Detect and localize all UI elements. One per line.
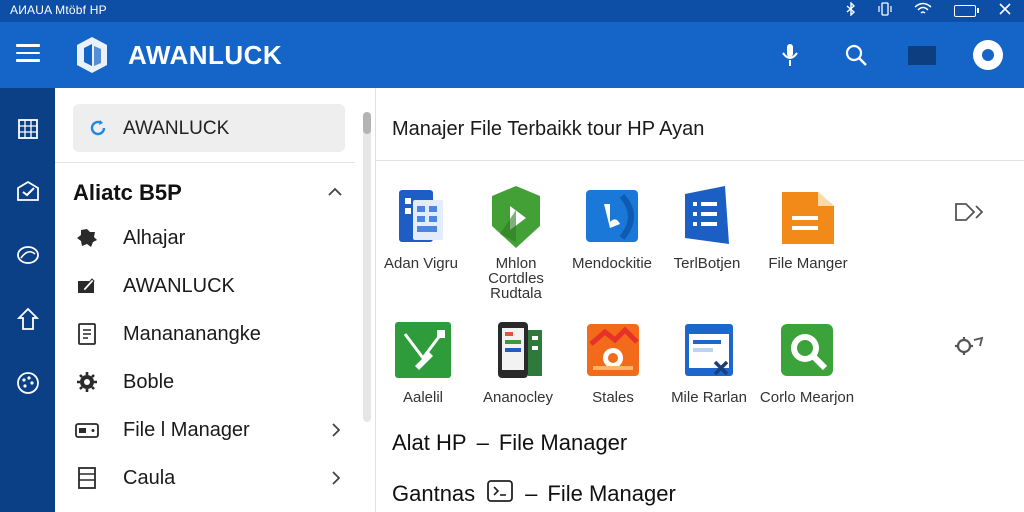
vibrate-icon	[878, 2, 892, 19]
play-app-icon	[486, 186, 546, 248]
app-tile[interactable]: Adan Vigru	[373, 186, 469, 271]
status-bar: AИAUA Mtöbf HP	[0, 0, 1024, 22]
share-gear-icon[interactable]	[952, 334, 986, 358]
battery-icon	[954, 4, 979, 17]
palette-icon[interactable]	[15, 370, 41, 396]
app-label: Mendockitie	[571, 255, 653, 272]
edit-folder-icon	[75, 274, 99, 298]
app-logo-icon	[75, 36, 109, 74]
app-label: Mhlon Cortdles Rudtala	[488, 255, 544, 302]
bluefile-app-icon	[582, 186, 642, 248]
list-item[interactable]: Gantnas – File Manager	[392, 478, 676, 510]
drawer-item-label: AWANLUCK	[123, 275, 235, 297]
app-tile[interactable]: Mhlon Cortdles Rudtala	[468, 186, 564, 301]
orange-photo-app-icon	[583, 320, 643, 382]
document-icon	[75, 322, 99, 346]
account-icon[interactable]	[972, 39, 1004, 71]
app-tile[interactable]: TerlBotjen	[659, 186, 755, 271]
app-tile[interactable]: Mile Rarlan	[661, 320, 757, 405]
drawer-section-title: Aliatc B5P	[73, 180, 182, 205]
sheets-app-icon	[677, 186, 737, 248]
app-grid-row-1: Adan Vigru Mhlon Cortdles Rudtala Mendoc…	[373, 186, 1016, 301]
drawer-scrollbar[interactable]	[363, 112, 371, 422]
drawer-item-label: File l Manager	[123, 419, 250, 441]
drawer-item-boble[interactable]: Boble	[55, 360, 355, 404]
app-label: Ananocley	[482, 389, 554, 406]
drive-icon	[75, 418, 99, 442]
home-icon[interactable]	[15, 306, 41, 332]
drawer-item-label: Boble	[123, 371, 175, 393]
send-arrow-icon[interactable]	[952, 200, 986, 224]
list-item-sep: –	[525, 481, 538, 506]
app-tile[interactable]: File Manger	[760, 186, 856, 271]
list-item-sep: –	[476, 430, 489, 455]
app-label: TerlBotjen	[673, 255, 741, 272]
chevron-right-icon	[329, 470, 343, 486]
list-item[interactable]: Alat HP – File Manager	[392, 430, 627, 456]
grid-icon[interactable]	[15, 116, 41, 142]
drawer-item-alhajar[interactable]: Alhajar	[55, 216, 355, 260]
cast-icon[interactable]	[906, 39, 938, 71]
folder-app-icon	[778, 186, 838, 248]
search-icon[interactable]	[840, 39, 872, 71]
refresh-icon	[89, 119, 107, 137]
main-divider	[376, 160, 1024, 161]
window-app-icon	[679, 320, 739, 382]
microphone-icon[interactable]	[774, 39, 806, 71]
green-edit-app-icon	[393, 320, 453, 382]
app-label: Corlo Mearjon	[759, 389, 855, 406]
bluetooth-icon	[846, 1, 856, 19]
navigation-drawer: AWANLUCK Aliatc B5P Alhajar AWANLUCK Man…	[55, 88, 376, 512]
main-content: Manajer File Terbaikk tour HP Ayan Adan …	[376, 88, 1024, 512]
drawer-divider	[55, 162, 355, 163]
list-item-right: File Manager	[498, 430, 628, 455]
status-title: AИAUA Mtöbf HP	[10, 3, 107, 17]
mail-check-icon[interactable]	[15, 178, 41, 204]
phone-app-icon	[488, 320, 548, 382]
list-item-left: Gantnas	[392, 481, 476, 506]
app-tile[interactable]: Corlo Mearjon	[759, 320, 855, 405]
list-item-right: File Manager	[547, 481, 676, 506]
app-label: Aalelil	[402, 389, 444, 406]
search-app-icon	[777, 320, 837, 382]
app-title: AWANLUCK	[128, 40, 283, 70]
drawer-item-manananangke[interactable]: Manananangke	[55, 312, 355, 356]
chevron-right-icon	[329, 422, 343, 438]
app-tile[interactable]: Mendockitie	[564, 186, 660, 271]
disc-icon[interactable]	[15, 242, 41, 268]
app-tile[interactable]: Ananocley	[470, 320, 566, 405]
settings-icon	[75, 370, 99, 394]
drawer-item-label: Caula	[123, 467, 176, 489]
app-bar: AWANLUCK	[0, 22, 1024, 88]
app-label: Adan Vigru	[384, 255, 458, 272]
app-tile[interactable]: Stales	[565, 320, 661, 405]
list-item-left: Alat HP	[392, 430, 467, 455]
drawer-item-label: Alhajar	[123, 227, 186, 249]
search-value: AWANLUCK	[123, 118, 230, 139]
drawer-item-label: Manananangke	[123, 323, 261, 345]
drawer-item-caula[interactable]: Caula	[55, 456, 355, 500]
navigation-rail	[0, 88, 55, 512]
app-label: File Manger	[768, 255, 848, 272]
app-grid-row-2: Aalelil Ananocley Stales Mile Rarlan Cor	[376, 320, 1016, 420]
gear-puzzle-icon	[75, 226, 99, 250]
chevron-up-icon[interactable]	[327, 184, 343, 200]
app-tile[interactable]: Aalelil	[375, 320, 471, 405]
close-icon[interactable]	[998, 2, 1012, 19]
page-title: Manajer File Terbaikk tour HP Ayan	[392, 118, 705, 140]
app-label: Mile Rarlan	[671, 389, 747, 406]
app-label: Stales	[592, 389, 634, 406]
list-icon	[75, 466, 99, 490]
drawer-item-awanluck[interactable]: AWANLUCK	[55, 264, 355, 308]
wifi-icon	[914, 2, 932, 19]
menu-icon[interactable]	[16, 44, 40, 62]
docs-app-icon	[391, 186, 451, 248]
terminal-icon	[485, 478, 515, 510]
drawer-item-file-manager[interactable]: File l Manager	[55, 408, 355, 452]
drawer-search[interactable]: AWANLUCK	[73, 104, 345, 152]
